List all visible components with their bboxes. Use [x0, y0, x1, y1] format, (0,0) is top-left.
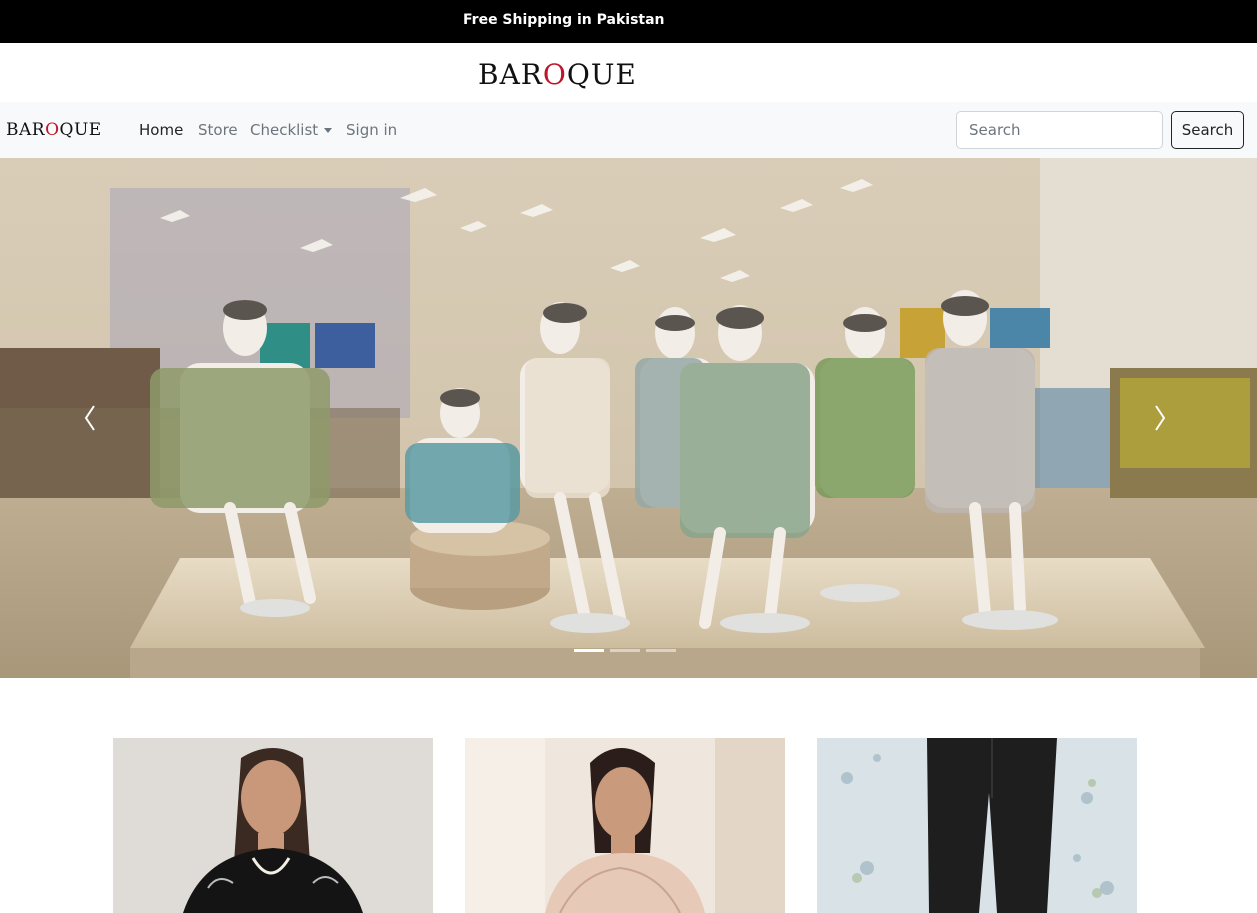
caret-down-icon — [324, 128, 333, 133]
product-image — [113, 738, 433, 913]
carousel-indicator[interactable] — [646, 649, 676, 652]
product-card-3[interactable] — [817, 738, 1137, 913]
carousel-indicator[interactable] — [574, 649, 604, 652]
chevron-left-icon — [84, 405, 95, 431]
hero-carousel — [0, 158, 1257, 678]
carousel-next-button[interactable] — [1130, 380, 1190, 460]
nav-checklist-label: Checklist — [250, 121, 319, 139]
chevron-right-icon — [1155, 405, 1166, 431]
announcement-text: Free Shipping in Pakistan — [463, 12, 665, 28]
brand-logo-small[interactable]: BAROQUE — [6, 120, 102, 140]
nav-store[interactable]: Store — [198, 121, 238, 139]
nav-sign-in[interactable]: Sign in — [346, 121, 397, 139]
product-card-1[interactable] — [113, 738, 433, 913]
search-input[interactable] — [956, 111, 1163, 149]
announcement-bar: Free Shipping in Pakistan — [0, 0, 1257, 43]
store-interior-image — [0, 158, 1257, 678]
nav-checklist-dropdown[interactable]: Checklist — [250, 121, 333, 139]
product-card-2[interactable] — [465, 738, 785, 913]
carousel-indicator[interactable] — [610, 649, 640, 652]
carousel-prev-button[interactable] — [60, 380, 120, 460]
product-image — [465, 738, 785, 913]
brand-logo-large[interactable]: BAROQUE — [478, 58, 637, 91]
product-image — [817, 738, 1137, 913]
search-button[interactable]: Search — [1171, 111, 1244, 149]
nav-home[interactable]: Home — [139, 121, 183, 139]
